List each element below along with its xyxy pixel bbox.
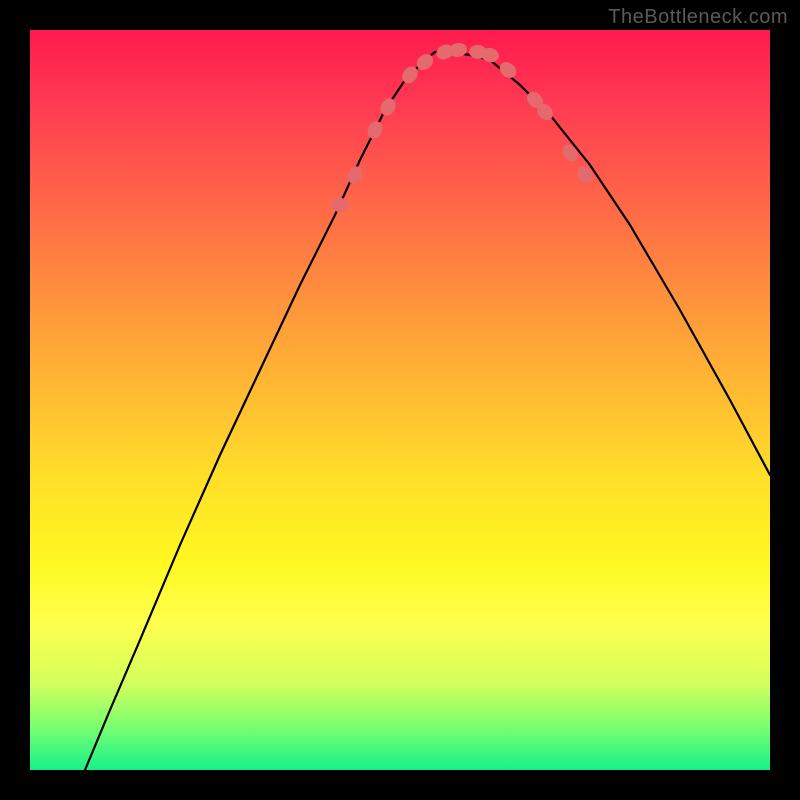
marker-dot	[345, 164, 366, 186]
bottleneck-curve-line	[85, 52, 770, 770]
marker-dot	[365, 119, 385, 141]
marker-dot	[497, 59, 520, 81]
highlight-markers	[331, 42, 596, 212]
bottleneck-chart-svg	[30, 30, 770, 770]
chart-plot-area	[30, 30, 770, 770]
marker-dot	[377, 96, 398, 119]
watermark-text: TheBottleneck.com	[608, 6, 788, 29]
marker-dot	[559, 142, 580, 165]
marker-dot	[331, 198, 349, 212]
